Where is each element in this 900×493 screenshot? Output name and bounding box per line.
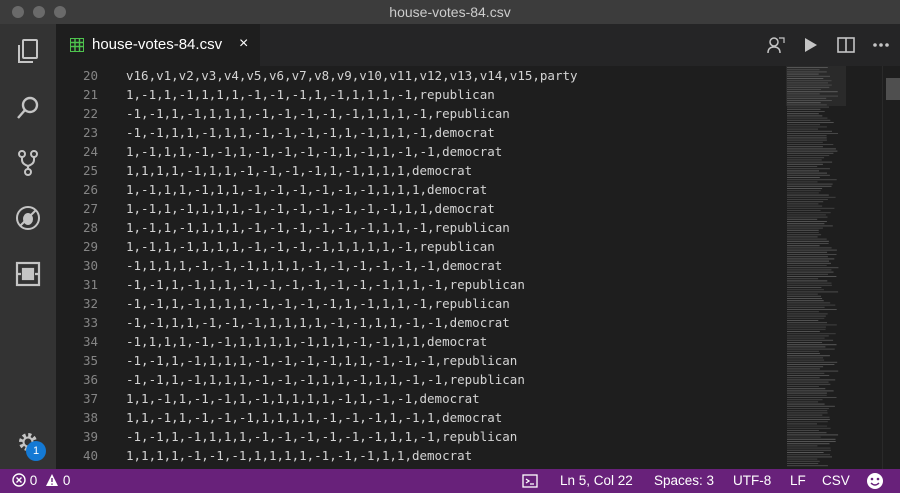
- code-line[interactable]: 38 1,1,-1,1,-1,-1,-1,1,1,1,1,-1,-1,-1,1,-…: [56, 408, 786, 427]
- line-text: -1,-1,1,-1,1,1,1,-1,-1,-1,1,1,-1,1,1,-1,…: [126, 372, 525, 387]
- line-number: 34: [82, 334, 98, 349]
- csv-file-icon: [70, 38, 84, 52]
- tab-label: house-votes-84.csv: [92, 36, 223, 53]
- line-number: 23: [82, 125, 98, 140]
- code-line[interactable]: 36 -1,-1,1,-1,1,1,1,-1,-1,-1,1,1,-1,1,1,-…: [56, 370, 786, 389]
- source-control-icon[interactable]: [14, 149, 42, 177]
- line-text: -1,-1,1,-1,1,1,1,-1,-1,-1,-1,-1,1,1,1,-1…: [126, 106, 510, 121]
- code-line[interactable]: 27 1,-1,1,-1,1,1,1,-1,-1,-1,-1,-1,-1,-1,1…: [56, 199, 786, 218]
- line-text: 1,1,1,1,-1,-1,-1,1,1,1,1,-1,-1,-1,1,1,de…: [126, 448, 473, 463]
- line-number: 27: [82, 201, 98, 216]
- line-text: 1,-1,1,1,-1,-1,1,-1,-1,-1,-1,1,-1,1,-1,-…: [126, 144, 503, 159]
- code-line[interactable]: 30 -1,1,1,1,-1,-1,-1,1,1,1,-1,-1,-1,-1,-1…: [56, 256, 786, 275]
- code-line[interactable]: 26 1,-1,1,1,-1,1,1,-1,-1,-1,-1,-1,-1,1,1,…: [56, 180, 786, 199]
- line-text: 1,-1,1,1,-1,1,1,-1,-1,-1,-1,-1,-1,1,1,1,…: [126, 182, 488, 197]
- code-line[interactable]: 28 1,-1,1,-1,1,1,1,-1,-1,-1,-1,-1,-1,1,1,…: [56, 218, 786, 237]
- line-text: 1,-1,1,-1,1,1,1,-1,-1,-1,-1,-1,-1,1,1,-1…: [126, 220, 510, 235]
- line-text: -1,-1,1,-1,1,1,1,-1,-1,-1,-1,1,1,-1,-1,-…: [126, 353, 518, 368]
- code-line[interactable]: 21 1,-1,1,-1,1,1,1,-1,-1,-1,1,-1,1,1,1,-1…: [56, 85, 786, 104]
- line-text: 1,-1,1,-1,1,1,1,-1,-1,-1,-1,1,1,1,1,-1,r…: [126, 239, 495, 254]
- vertical-scrollbar[interactable]: [882, 66, 900, 469]
- line-number: 24: [82, 144, 98, 159]
- code-line[interactable]: 33 -1,-1,1,1,-1,-1,-1,1,1,1,1,-1,-1,1,1,-…: [56, 313, 786, 332]
- search-icon[interactable]: [14, 94, 42, 122]
- window-title: house-votes-84.csv: [389, 4, 511, 20]
- run-icon[interactable]: [800, 35, 820, 55]
- line-text: -1,1,1,1,-1,-1,1,1,1,1,-1,1,1,-1,-1,1,1,…: [126, 334, 488, 349]
- line-number: 33: [82, 315, 98, 330]
- line-text: -1,-1,1,-1,1,1,-1,-1,-1,-1,-1,-1,-1,1,1,…: [126, 277, 525, 292]
- line-text: 1,1,1,1,-1,1,1,-1,-1,-1,-1,1,-1,1,1,1,de…: [126, 163, 473, 178]
- line-number: 40: [82, 448, 98, 463]
- code-line[interactable]: 20 v16,v1,v2,v3,v4,v5,v6,v7,v8,v9,v10,v11…: [56, 66, 786, 85]
- minimap[interactable]: [786, 66, 856, 469]
- more-actions-icon[interactable]: [871, 35, 891, 55]
- line-text: -1,1,1,1,-1,-1,-1,1,1,1,-1,-1,-1,-1,-1,-…: [126, 258, 503, 273]
- line-number: 20: [82, 68, 98, 83]
- line-number: 31: [82, 277, 98, 292]
- debug-icon[interactable]: [14, 204, 42, 232]
- editor[interactable]: 20 v16,v1,v2,v3,v4,v5,v6,v7,v8,v9,v10,v11…: [56, 66, 900, 469]
- line-text: v16,v1,v2,v3,v4,v5,v6,v7,v8,v9,v10,v11,v…: [126, 68, 578, 83]
- end-of-line[interactable]: LF: [790, 473, 806, 488]
- line-number: 30: [82, 258, 98, 273]
- line-number: 38: [82, 410, 98, 425]
- tab-house-votes-84[interactable]: house-votes-84.csv ×: [56, 24, 260, 66]
- warning-count: 0: [62, 473, 71, 488]
- code-line[interactable]: 25 1,1,1,1,-1,1,1,-1,-1,-1,-1,1,-1,1,1,1,…: [56, 161, 786, 180]
- error-icon: [12, 473, 26, 487]
- line-number: 36: [82, 372, 98, 387]
- line-text: 1,1,-1,1,-1,-1,1,-1,1,1,1,1,-1,1,-1,-1,d…: [126, 391, 480, 406]
- encoding[interactable]: UTF-8: [733, 473, 771, 488]
- scrollbar-thumb[interactable]: [886, 78, 900, 100]
- open-preview-icon[interactable]: [766, 35, 786, 55]
- code-line[interactable]: 31 -1,-1,1,-1,1,1,-1,-1,-1,-1,-1,-1,-1,1,…: [56, 275, 786, 294]
- line-text: 1,-1,1,-1,1,1,1,-1,-1,-1,1,-1,1,1,1,-1,r…: [126, 87, 495, 102]
- line-text: -1,-1,1,-1,1,1,1,-1,-1,-1,-1,1,-1,1,1,-1…: [126, 296, 510, 311]
- warning-icon: [46, 474, 59, 486]
- tab-bar: house-votes-84.csv ×: [56, 24, 900, 66]
- files-icon[interactable]: [14, 37, 42, 65]
- status-bar: 0 0 Ln 5, Col 22 Spaces: 3 UTF-8 LF CSV: [0, 469, 900, 493]
- language-mode[interactable]: CSV: [822, 473, 850, 488]
- line-text: -1,-1,1,1,-1,1,1,-1,-1,-1,-1,1,-1,1,1,-1…: [126, 125, 495, 140]
- code-line[interactable]: 24 1,-1,1,1,-1,-1,1,-1,-1,-1,-1,1,-1,1,-1…: [56, 142, 786, 161]
- line-number: 37: [82, 391, 98, 406]
- title-bar: house-votes-84.csv: [0, 0, 900, 24]
- code-line[interactable]: 23 -1,-1,1,1,-1,1,1,-1,-1,-1,-1,1,-1,1,1,…: [56, 123, 786, 142]
- extensions-icon[interactable]: [14, 260, 42, 288]
- code-line[interactable]: 39 -1,-1,1,-1,1,1,1,-1,-1,-1,-1,-1,-1,1,1…: [56, 427, 786, 446]
- line-number: 22: [82, 106, 98, 121]
- line-number: 39: [82, 429, 98, 444]
- line-number: 26: [82, 182, 98, 197]
- close-tab-icon[interactable]: ×: [239, 35, 248, 53]
- cursor-position[interactable]: Ln 5, Col 22: [560, 473, 633, 488]
- activity-bar: [0, 24, 56, 469]
- code-line[interactable]: 37 1,1,-1,1,-1,-1,1,-1,1,1,1,1,-1,1,-1,-1…: [56, 389, 786, 408]
- line-number: 32: [82, 296, 98, 311]
- error-count: 0: [29, 473, 38, 488]
- code-line[interactable]: 22 -1,-1,1,-1,1,1,1,-1,-1,-1,-1,-1,1,1,1,…: [56, 104, 786, 123]
- code-line[interactable]: 32 -1,-1,1,-1,1,1,1,-1,-1,-1,-1,1,-1,1,1,…: [56, 294, 786, 313]
- indentation[interactable]: Spaces: 3: [654, 473, 714, 488]
- code-line[interactable]: 34 -1,1,1,1,-1,-1,1,1,1,1,-1,1,1,-1,-1,1,…: [56, 332, 786, 351]
- feedback-smiley-icon[interactable]: [866, 472, 884, 493]
- line-number: 25: [82, 163, 98, 178]
- line-text: 1,1,-1,1,-1,-1,-1,1,1,1,1,-1,-1,-1,1,-1,…: [126, 410, 503, 425]
- terminal-icon[interactable]: [522, 474, 538, 491]
- problems-indicator[interactable]: 0 0: [12, 473, 70, 488]
- line-text: -1,-1,1,-1,1,1,1,-1,-1,-1,-1,-1,-1,1,1,-…: [126, 429, 518, 444]
- line-number: 28: [82, 220, 98, 235]
- line-number: 35: [82, 353, 98, 368]
- line-number: 29: [82, 239, 98, 254]
- split-editor-icon[interactable]: [836, 35, 856, 55]
- line-text: 1,-1,1,-1,1,1,1,-1,-1,-1,-1,-1,-1,-1,1,1…: [126, 201, 495, 216]
- code-line[interactable]: 29 1,-1,1,-1,1,1,1,-1,-1,-1,-1,1,1,1,1,-1…: [56, 237, 786, 256]
- code-line[interactable]: 35 -1,-1,1,-1,1,1,1,-1,-1,-1,-1,1,1,-1,-1…: [56, 351, 786, 370]
- settings-badge: 1: [26, 441, 46, 461]
- line-text: -1,-1,1,1,-1,-1,-1,1,1,1,1,-1,-1,1,1,-1,…: [126, 315, 510, 330]
- line-number: 21: [82, 87, 98, 102]
- code-line[interactable]: 40 1,1,1,1,-1,-1,-1,1,1,1,1,-1,-1,-1,1,1,…: [56, 446, 786, 465]
